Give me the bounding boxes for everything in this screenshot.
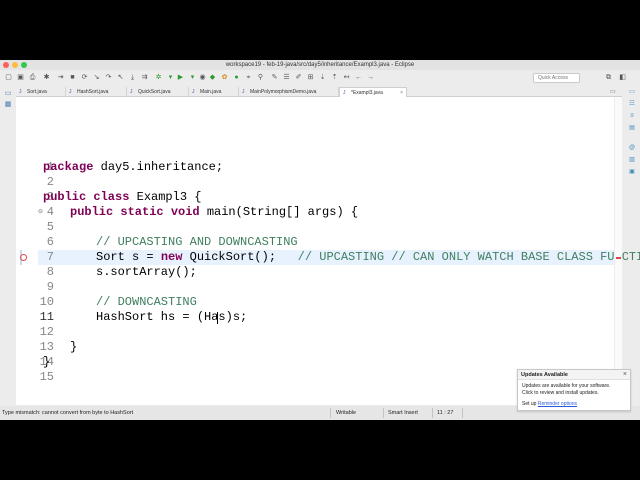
keyword: package: [43, 160, 94, 174]
popup-title: Updates Available: [521, 372, 568, 378]
code-text: HashSort hs =: [96, 310, 197, 324]
popup-body-line: Click to review and install updates.: [522, 390, 599, 396]
setup-prefix: Set up: [522, 401, 538, 407]
status-separator: [330, 408, 331, 418]
cursor-position-status[interactable]: 11 : 27: [437, 409, 453, 417]
comment: // UPCASTING // CAN ONLY WATCH BASE CLAS…: [297, 250, 640, 264]
updates-available-popup[interactable]: Updates Available × Updates are availabl…: [517, 369, 631, 411]
popup-setup-line: Set up Reminder options: [522, 401, 577, 408]
code-line-8[interactable]: s.sortArray();: [96, 265, 197, 280]
reminder-options-link[interactable]: Reminder options: [538, 401, 577, 407]
writable-status: Writable: [336, 410, 357, 416]
code-text: QuickSort();: [182, 250, 298, 264]
code-text: }: [70, 340, 78, 354]
text-caret: [217, 312, 218, 324]
fold-icon[interactable]: ⊖: [38, 205, 44, 220]
status-separator: [462, 408, 463, 418]
code-line-13[interactable]: }: [70, 340, 77, 355]
status-separator: [432, 408, 433, 418]
close-icon[interactable]: ×: [623, 370, 627, 379]
code-line-11[interactable]: HashSort hs = (Has)s;: [96, 310, 247, 325]
code-line-4[interactable]: public static void main(String[] args) {: [70, 205, 358, 220]
comment: // UPCASTING AND DOWNCASTING: [96, 235, 298, 249]
code-line-3[interactable]: public class Exampl3 {: [43, 190, 201, 205]
popup-body[interactable]: Updates are available for your software.…: [522, 383, 630, 397]
status-separator: [383, 408, 384, 418]
status-message: Type mismatch: cannot convert from byte …: [2, 410, 134, 416]
code-text: }: [43, 355, 51, 369]
code-text: day5.inheritance;: [93, 160, 224, 174]
code-line-1[interactable]: package day5.inheritance;: [43, 160, 223, 175]
code-area: package day5.inheritance; public class E…: [0, 60, 640, 396]
code-text: s.sortArray();: [96, 265, 197, 279]
code-line-7[interactable]: Sort s = new QuickSort(); // UPCASTING /…: [96, 250, 640, 265]
code-line-10[interactable]: // DOWNCASTING: [96, 295, 197, 310]
popup-body-line: Updates are available for your software.: [522, 383, 611, 389]
overview-ruler[interactable]: [614, 97, 622, 405]
code-line-14[interactable]: }: [43, 355, 50, 370]
code-text: Exampl3 {: [129, 190, 202, 204]
code-line-6[interactable]: // UPCASTING AND DOWNCASTING: [96, 235, 298, 250]
comment: // DOWNCASTING: [96, 295, 197, 309]
keyword: public class: [43, 190, 130, 204]
popup-header: Updates Available ×: [518, 370, 630, 380]
overview-error-mark[interactable]: [616, 257, 621, 259]
eclipse-window: workspace19 - feb-19-java/src/day5/inher…: [0, 60, 640, 420]
insert-mode-status[interactable]: Smart Insert: [388, 409, 418, 417]
keyword: new: [160, 250, 183, 264]
code-text-error: (Has)s;: [196, 310, 248, 324]
code-text: main(String[] args) {: [199, 205, 359, 219]
code-text: Sort s =: [96, 250, 161, 264]
keyword: public static void: [70, 205, 200, 219]
